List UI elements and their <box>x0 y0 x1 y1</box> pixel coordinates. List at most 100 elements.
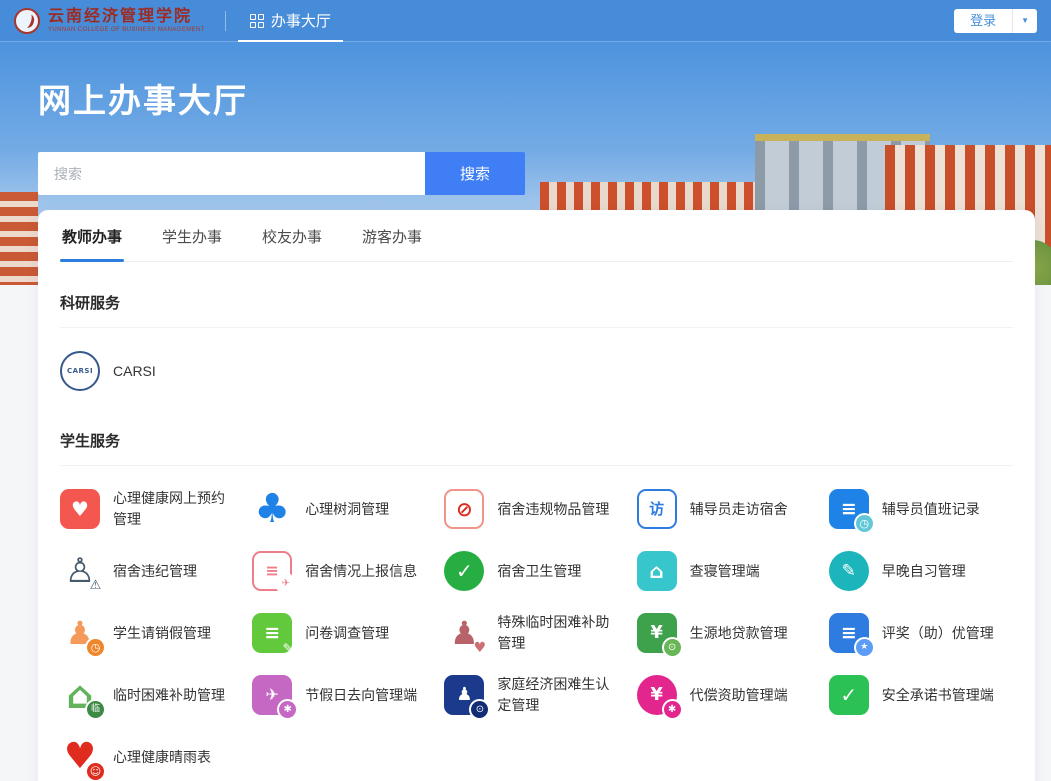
shield-check-icon: ✓ <box>829 675 869 715</box>
service-item[interactable]: ¥ ✱ 代偿资助管理端 <box>637 672 821 718</box>
hygiene-check-icon: ✓ <box>444 551 484 591</box>
dorm-check-window-icon: ⌂ <box>637 551 677 591</box>
service-label: CARSI <box>113 361 156 382</box>
service-label: 辅导员走访宿舍 <box>690 499 788 520</box>
service-label: 宿舍卫生管理 <box>497 561 581 582</box>
services-card: 教师办事 学生办事 校友办事 游客办事 科研服务 CARSI CARSI 学生服… <box>38 210 1035 781</box>
service-label: 安全承诺书管理端 <box>882 685 994 706</box>
service-item[interactable]: ♟ ♥ 特殊临时困难补助管理 <box>444 610 628 656</box>
carsi-globe-icon: CARSI <box>60 351 100 391</box>
sections: 科研服务 CARSI CARSI 学生服务 ♥ 心理健康网上预约管理 ♣ 心理树… <box>60 262 1013 781</box>
leave-clock-person-icon: ♟ ◷ <box>60 613 100 653</box>
student-warning-icon: ♙ ⚠ <box>60 551 100 591</box>
service-label: 特殊临时困难补助管理 <box>497 612 617 654</box>
tab-label: 校友办事 <box>262 229 322 246</box>
award-list-icon: ≡ ★ <box>829 613 869 653</box>
duty-log-icon: ≡ ◷ <box>829 489 869 529</box>
service-item[interactable]: ♟ ⊙ 家庭经济困难生认定管理 <box>444 672 628 718</box>
service-item[interactable]: ¥ ⊙ 生源地贷款管理 <box>637 610 821 656</box>
service-label: 宿舍违规物品管理 <box>497 499 609 520</box>
service-label: 查寝管理端 <box>690 561 760 582</box>
service-label: 生源地贷款管理 <box>690 623 788 644</box>
section-title: 学生服务 <box>60 400 1013 465</box>
school-name: 云南经济管理学院 <box>48 7 205 25</box>
heart-icon: ♥ <box>60 489 100 529</box>
service-item[interactable]: ≡ ✈ 宿舍情况上报信息 <box>252 548 436 594</box>
service-label: 临时困难补助管理 <box>113 685 225 706</box>
caret-down-icon[interactable]: ▼ <box>1012 9 1037 33</box>
service-section: 学生服务 ♥ 心理健康网上预约管理 ♣ 心理树洞管理 ⊘ 宿舍违规物品管理 访 … <box>60 400 1013 781</box>
service-item[interactable]: ✓ 宿舍卫生管理 <box>444 548 628 594</box>
nav-tab-service-hall[interactable]: 办事大厅 <box>246 0 335 42</box>
service-item[interactable]: ≡ ✎ 问卷调查管理 <box>252 610 436 656</box>
study-pencil-icon: ✎ <box>829 551 869 591</box>
school-seal-icon <box>14 8 40 34</box>
service-item[interactable]: ♙ ⚠ 宿舍违纪管理 <box>60 548 244 594</box>
people-heart-icon: ♟ ♥ <box>444 613 484 653</box>
search-button[interactable]: 搜索 <box>425 152 525 195</box>
apps-grid-icon <box>250 14 264 28</box>
service-grid: ♥ 心理健康网上预约管理 ♣ 心理树洞管理 ⊘ 宿舍违规物品管理 访 辅导员走访… <box>60 466 1013 781</box>
tab-label: 学生办事 <box>162 229 222 246</box>
school-name-en: YUNNAN COLLEGE OF BUSINESS MANAGEMENT <box>48 27 205 34</box>
service-item[interactable]: ⌂ 临 临时困难补助管理 <box>60 672 244 718</box>
page-title: 网上办事大厅 <box>38 74 1051 122</box>
tab-1[interactable]: 学生办事 <box>160 210 224 261</box>
service-item[interactable]: 访 辅导员走访宿舍 <box>637 486 821 532</box>
search-input[interactable] <box>38 152 425 195</box>
service-item[interactable]: ♟ ◷ 学生请销假管理 <box>60 610 244 656</box>
service-item[interactable]: ♥ ☺ 心理健康晴雨表 <box>60 734 244 780</box>
service-label: 问卷调查管理 <box>305 623 389 644</box>
service-item[interactable]: ♥ 心理健康网上预约管理 <box>60 486 244 532</box>
service-label: 心理健康网上预约管理 <box>113 488 233 530</box>
survey-clipboard-icon: ≡ ✎ <box>252 613 292 653</box>
prohibited-box-icon: ⊘ <box>444 489 484 529</box>
holiday-calendar-icon: ✈ ✱ <box>252 675 292 715</box>
school-logo-text: 云南经济管理学院 YUNNAN COLLEGE OF BUSINESS MANA… <box>48 7 205 33</box>
tree-icon: ♣ <box>252 489 292 529</box>
service-label: 宿舍情况上报信息 <box>305 561 417 582</box>
service-label: 心理树洞管理 <box>305 499 389 520</box>
heart-barometer-icon: ♥ ☺ <box>60 737 100 777</box>
search-bar: 搜索 <box>38 152 1051 195</box>
nav-tab-label: 办事大厅 <box>271 10 331 31</box>
service-label: 节假日去向管理端 <box>305 685 417 706</box>
school-logo[interactable]: 云南经济管理学院 YUNNAN COLLEGE OF BUSINESS MANA… <box>14 7 205 33</box>
navbar-divider <box>225 11 226 31</box>
section-title: 科研服务 <box>60 262 1013 327</box>
login-button[interactable]: 登录 ▼ <box>954 9 1037 33</box>
service-item[interactable]: ⌂ 查寝管理端 <box>637 548 821 594</box>
service-label: 辅导员值班记录 <box>882 499 980 520</box>
login-label[interactable]: 登录 <box>954 9 1012 33</box>
service-grid: CARSI CARSI <box>60 328 1013 400</box>
service-label: 评奖（助）优管理 <box>882 623 994 644</box>
campus-photo-building-left <box>0 192 38 285</box>
service-label: 学生请销假管理 <box>113 623 211 644</box>
service-item[interactable]: ✎ 早晚自习管理 <box>829 548 1013 594</box>
subsidy-house-icon: ⌂ 临 <box>60 675 100 715</box>
tab-label: 教师办事 <box>62 229 122 246</box>
hero-content: 网上办事大厅 搜索 <box>0 42 1051 195</box>
house-visit-icon: 访 <box>637 489 677 529</box>
tab-3[interactable]: 游客办事 <box>360 210 424 261</box>
service-label: 心理健康晴雨表 <box>113 747 211 768</box>
service-item[interactable]: ⊘ 宿舍违规物品管理 <box>444 486 628 532</box>
service-item[interactable]: CARSI CARSI <box>60 348 244 394</box>
tab-0[interactable]: 教师办事 <box>60 210 124 261</box>
service-item[interactable]: ≡ ★ 评奖（助）优管理 <box>829 610 1013 656</box>
report-document-icon: ≡ ✈ <box>252 551 292 591</box>
tab-2[interactable]: 校友办事 <box>260 210 324 261</box>
service-item[interactable]: ✓ 安全承诺书管理端 <box>829 672 1013 718</box>
service-item[interactable]: ✈ ✱ 节假日去向管理端 <box>252 672 436 718</box>
family-id-card-icon: ♟ ⊙ <box>444 675 484 715</box>
compensation-moneybag-icon: ¥ ✱ <box>637 675 677 715</box>
loan-moneybag-icon: ¥ ⊙ <box>637 613 677 653</box>
service-label: 宿舍违纪管理 <box>113 561 197 582</box>
service-label: 代偿资助管理端 <box>690 685 788 706</box>
top-navbar: 云南经济管理学院 YUNNAN COLLEGE OF BUSINESS MANA… <box>0 0 1051 42</box>
service-item[interactable]: ≡ ◷ 辅导员值班记录 <box>829 486 1013 532</box>
tabs: 教师办事 学生办事 校友办事 游客办事 <box>60 210 1013 262</box>
service-item[interactable]: ♣ 心理树洞管理 <box>252 486 436 532</box>
service-section: 科研服务 CARSI CARSI <box>60 262 1013 400</box>
tab-label: 游客办事 <box>362 229 422 246</box>
